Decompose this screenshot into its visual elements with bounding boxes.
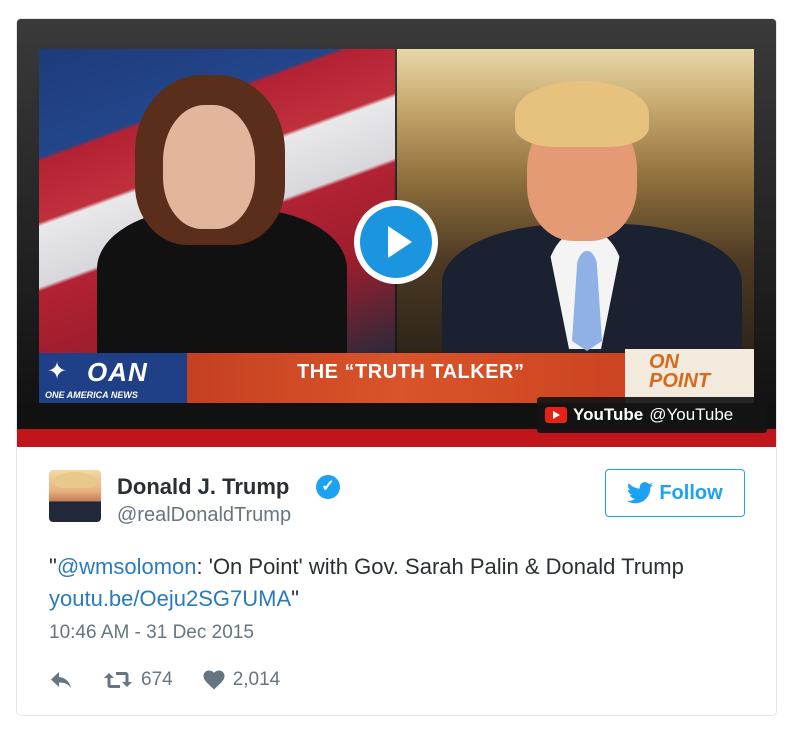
follow-label: Follow [659,481,723,504]
like-count: 2,014 [232,669,281,690]
retweet-icon [104,672,132,688]
like-button[interactable]: 2,014 [203,669,281,691]
author-name[interactable]: Donald J. Trump [117,474,289,500]
show-logo: ON POINT [649,351,711,392]
reply-icon [51,672,71,689]
tweet-text: "@wmsolomon: 'On Point' with Gov. Sarah … [49,554,684,611]
verified-badge-icon: ✓ [316,475,340,499]
eagle-icon: ✦ [47,358,68,385]
network-logo: OAN [87,357,148,387]
youtube-brand: YouTube [573,405,644,424]
retweet-button[interactable]: 674 [103,669,173,691]
youtube-source-badge[interactable]: YouTube @YouTube [537,397,767,433]
video-link[interactable]: youtu.be/Oeju2SG7UMA [49,586,291,611]
avatar[interactable] [49,470,101,522]
tweet-actions: 674 2,014 [49,665,280,695]
heart-icon [203,670,225,690]
youtube-handle: @YouTube [649,405,734,424]
reply-button[interactable] [49,670,73,690]
author-handle[interactable]: @realDonaldTrump [117,504,291,527]
tweet-timestamp[interactable]: 10:46 AM - 31 Dec 2015 [49,622,254,644]
twitter-bird-icon [627,482,654,504]
youtube-icon [545,407,567,423]
play-button-icon[interactable] [354,200,438,284]
banner-title: THE “TRUTH TALKER” [297,361,525,383]
mention-link[interactable]: @wmsolomon [57,554,197,579]
network-subtitle: ONE AMERICA NEWS [45,390,138,400]
tweet-card: ✦ OAN ONE AMERICA NEWS THE “TRUTH TALKER… [16,18,777,716]
video-thumbnail[interactable]: ✦ OAN ONE AMERICA NEWS THE “TRUTH TALKER… [17,19,776,447]
follow-button[interactable]: Follow [605,469,745,517]
retweet-count: 674 [141,669,173,690]
